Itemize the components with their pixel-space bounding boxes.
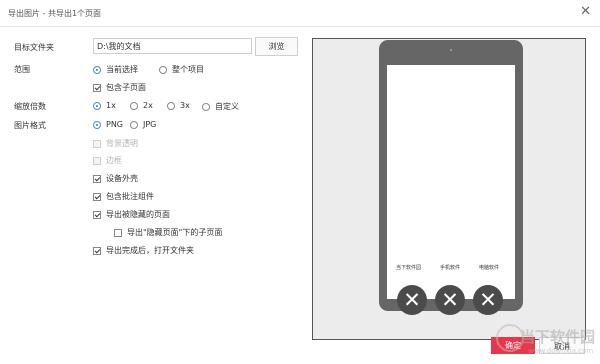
- format-jpg-radio[interactable]: JPG: [130, 120, 156, 129]
- phone-frame: 当下软件园 手机软件 电脑软件 ✕ ✕ ✕: [379, 40, 523, 315]
- app-label: 电脑软件: [479, 265, 500, 271]
- format-png-radio[interactable]: PNG: [93, 120, 123, 129]
- format-option-label: PNG: [106, 120, 124, 129]
- checkbox-unchecked-icon: [114, 228, 122, 237]
- camera-icon: [450, 49, 452, 51]
- radio-unchecked-icon: [130, 101, 138, 110]
- browse-button[interactable]: 浏览: [255, 37, 298, 56]
- scale-option-label: 自定义: [215, 102, 239, 111]
- format-label: 图片格式: [14, 121, 46, 130]
- scale-3x-radio[interactable]: 3x: [167, 101, 190, 110]
- radio-unchecked-icon: [167, 101, 175, 110]
- scale-label: 缩放倍数: [14, 102, 46, 111]
- checkbox-label: 边框: [106, 156, 122, 165]
- target-folder-input[interactable]: [93, 38, 252, 54]
- export-hidden-checkbox[interactable]: 导出被隐藏的页面: [93, 209, 170, 220]
- title-bar: 导出图片 - 共导出1个页面 ✕: [0, 0, 600, 27]
- scale-2x-radio[interactable]: 2x: [130, 101, 153, 110]
- scale-option-label: 3x: [180, 101, 190, 110]
- checkbox-disabled-icon: [93, 156, 101, 165]
- checkbox-checked-icon: [93, 246, 101, 255]
- app-label: 当下软件园: [396, 265, 422, 271]
- app-button[interactable]: ✕: [473, 285, 503, 315]
- app-label: 手机软件: [440, 265, 461, 271]
- checkbox-checked-icon: [93, 210, 101, 219]
- checkbox-label: 导出被隐藏的页面: [106, 210, 170, 219]
- app-button[interactable]: ✕: [397, 285, 427, 315]
- checkbox-label: 包含批注组件: [106, 192, 154, 201]
- radio-checked-icon: [93, 65, 101, 74]
- radio-unchecked-icon: [130, 120, 138, 129]
- radio-checked-icon: [93, 101, 101, 110]
- radio-checked-icon: [93, 120, 101, 129]
- checkbox-label: 设备外壳: [106, 174, 138, 183]
- cancel-button[interactable]: 取消: [539, 337, 585, 354]
- radio-unchecked-icon: [159, 65, 167, 74]
- range-whole-project-radio[interactable]: 整个项目: [159, 64, 204, 75]
- close-x-icon: ✕: [479, 288, 497, 312]
- checkbox-checked-icon: [93, 192, 101, 201]
- phone-screen: 当下软件园 手机软件 电脑软件 ✕ ✕ ✕: [387, 65, 515, 315]
- checkbox-label: 包含子页面: [106, 83, 146, 92]
- checkbox-label: 导出完成后，打开文件夹: [106, 246, 194, 255]
- scale-custom-radio[interactable]: 自定义: [202, 101, 239, 112]
- format-option-label: JPG: [143, 120, 157, 129]
- scale-option-label: 1x: [106, 101, 116, 110]
- export-hidden-subpages-checkbox[interactable]: 导出"隐藏页面"下的子页面: [114, 227, 222, 238]
- range-current-selection-radio[interactable]: 当前选择: [93, 64, 138, 75]
- device-shell-checkbox[interactable]: 设备外壳: [93, 173, 138, 184]
- checkbox-disabled-icon: [93, 139, 101, 148]
- checkbox-checked-icon: [93, 83, 101, 92]
- include-subpages-checkbox[interactable]: 包含子页面: [93, 82, 146, 93]
- close-icon[interactable]: ✕: [580, 5, 591, 18]
- bg-transparent-checkbox: 背景透明: [93, 138, 138, 149]
- border-checkbox: 边框: [93, 155, 122, 166]
- close-x-icon: ✕: [403, 288, 421, 312]
- open-folder-checkbox[interactable]: 导出完成后，打开文件夹: [93, 245, 194, 256]
- close-x-icon: ✕: [441, 288, 459, 312]
- confirm-button[interactable]: 确定: [491, 337, 535, 354]
- include-annotations-checkbox[interactable]: 包含批注组件: [93, 191, 154, 202]
- target-folder-label: 目标文件夹: [14, 43, 54, 52]
- range-option-label: 当前选择: [106, 65, 138, 74]
- range-label: 范围: [14, 65, 30, 74]
- checkbox-checked-icon: [93, 174, 101, 183]
- app-button[interactable]: ✕: [435, 285, 465, 315]
- export-preview: 当下软件园 手机软件 电脑软件 ✕ ✕ ✕: [312, 38, 586, 340]
- checkbox-label: 背景透明: [106, 139, 138, 148]
- scale-1x-radio[interactable]: 1x: [93, 101, 116, 110]
- checkbox-label: 导出"隐藏页面"下的子页面: [127, 228, 223, 237]
- scale-option-label: 2x: [143, 101, 153, 110]
- radio-unchecked-icon: [202, 102, 210, 111]
- range-option-label: 整个项目: [172, 65, 204, 74]
- dialog-title: 导出图片 - 共导出1个页面: [8, 9, 102, 18]
